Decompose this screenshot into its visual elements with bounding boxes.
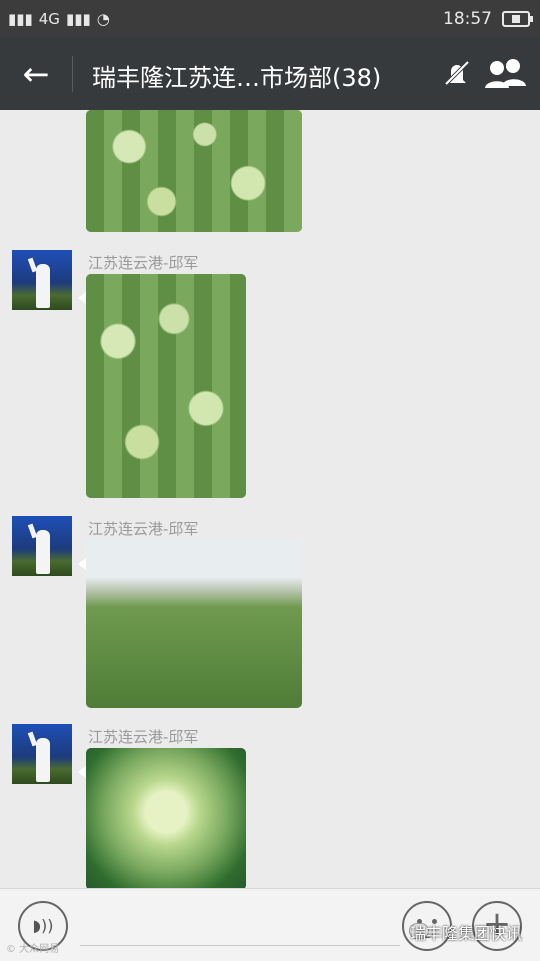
sender-name: 江苏连云港-邱军 <box>88 728 199 746</box>
avatar-statue <box>36 264 50 308</box>
avatar-statue-arm <box>27 257 38 273</box>
sender-name: 江苏连云港-邱军 <box>88 254 199 272</box>
avatar[interactable] <box>12 250 72 310</box>
avatar[interactable] <box>12 516 72 576</box>
header-divider <box>72 56 73 92</box>
mute-icon[interactable] <box>442 56 472 92</box>
status-right: 18:57 <box>443 9 533 29</box>
status-bar: ▮▮▮ 4G ▮▮▮ ◔ 18:57 <box>0 0 540 38</box>
clock: 18:57 <box>443 9 492 29</box>
watermark: 瑞丰隆集团快讯 <box>410 924 523 943</box>
message-image[interactable] <box>86 274 246 498</box>
cabbage-closeup-image <box>86 748 246 888</box>
chat-header: ← 瑞丰隆江苏连…市场部(38) <box>0 38 540 110</box>
battery-icon <box>502 11 533 27</box>
avatar-statue-arm <box>27 731 38 747</box>
avatar-statue <box>36 738 50 782</box>
bubble-tail <box>78 292 86 304</box>
bubble-tail <box>78 766 86 778</box>
chat-title[interactable]: 瑞丰隆江苏连…市场部(38) <box>92 58 422 93</box>
message-input[interactable] <box>80 945 400 946</box>
group-members-icon[interactable] <box>482 54 528 94</box>
network-label: 4G <box>38 10 60 28</box>
signal-icon: ▮▮▮ <box>8 10 33 28</box>
avatar-statue-arm <box>27 523 38 539</box>
message-image[interactable] <box>86 110 302 232</box>
status-left: ▮▮▮ 4G ▮▮▮ ◔ <box>8 10 110 28</box>
avatar[interactable] <box>12 724 72 784</box>
signal-icon-2: ▮▮▮ <box>65 10 91 28</box>
wifi-icon: ◔ <box>96 10 110 28</box>
cabbage-rows-image <box>86 274 246 498</box>
message-image[interactable] <box>86 748 246 888</box>
greenhouse-image <box>86 540 302 708</box>
back-button[interactable]: ← <box>16 54 56 94</box>
chat-area[interactable]: 江苏连云港-邱军 江苏连云港-邱军 江苏连云港-邱军 <box>0 110 540 888</box>
mini-watermark: © 大众网易 <box>6 944 60 955</box>
avatar-statue <box>36 530 50 574</box>
message-image[interactable] <box>86 540 302 708</box>
sender-name: 江苏连云港-邱军 <box>88 520 199 538</box>
bubble-tail <box>78 558 86 570</box>
cabbage-field-image <box>86 110 302 232</box>
